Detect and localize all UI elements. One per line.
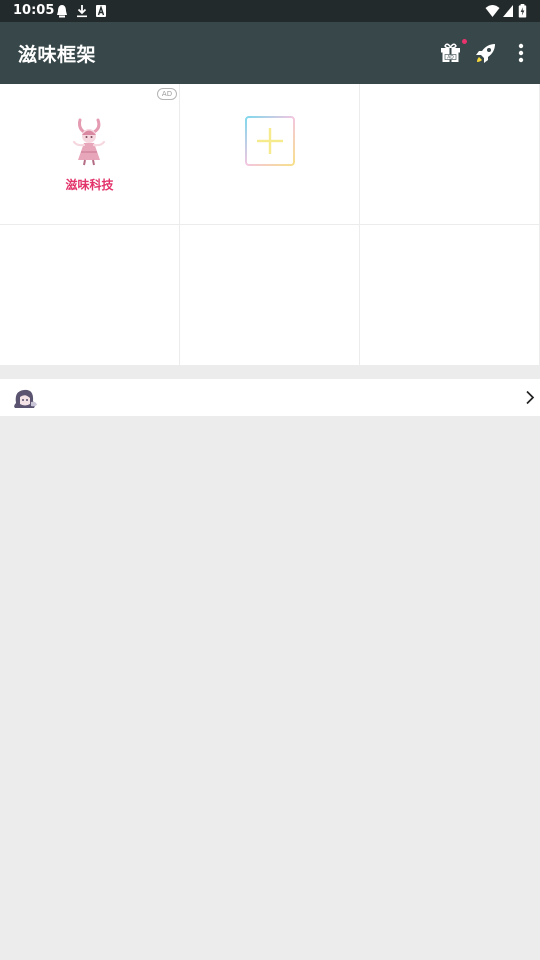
rocket-icon	[476, 44, 495, 63]
pink-character-icon	[72, 118, 106, 166]
status-bar: 10:05	[0, 0, 540, 22]
download-icon	[77, 5, 87, 18]
empty-app-cell[interactable]	[360, 225, 539, 365]
empty-app-cell[interactable]	[360, 84, 539, 224]
app-label: 滋味科技	[65, 178, 114, 192]
chevron-right-icon	[526, 390, 535, 405]
profile-row[interactable]	[0, 379, 540, 416]
battery-charging-icon	[518, 4, 527, 18]
app-grid: AD 滋味科技	[0, 84, 540, 365]
notification-bell-icon	[57, 5, 67, 18]
empty-app-cell[interactable]	[180, 225, 359, 365]
app-cell-zuwei-tech[interactable]: AD 滋味科技	[0, 84, 179, 224]
add-plus-icon	[245, 116, 295, 166]
status-time: 10:05	[13, 3, 55, 18]
more-vert-icon	[518, 43, 524, 63]
gift-ad-icon: AD	[441, 43, 460, 62]
ad-badge: AD	[157, 88, 177, 100]
anime-avatar-icon	[14, 389, 37, 408]
wifi-icon	[485, 5, 500, 17]
add-app-cell[interactable]	[180, 84, 359, 224]
app-bar: 滋味框架 AD	[0, 22, 540, 84]
more-options-button[interactable]	[509, 41, 533, 65]
empty-app-cell[interactable]	[0, 225, 179, 365]
font-a-icon	[96, 5, 106, 17]
cell-signal-icon	[503, 5, 513, 17]
rocket-button[interactable]	[474, 41, 498, 65]
gift-ad-button[interactable]: AD	[439, 39, 467, 65]
app-title: 滋味框架	[18, 44, 97, 66]
svg-text:AD: AD	[447, 55, 454, 61]
notification-dot	[462, 39, 467, 44]
